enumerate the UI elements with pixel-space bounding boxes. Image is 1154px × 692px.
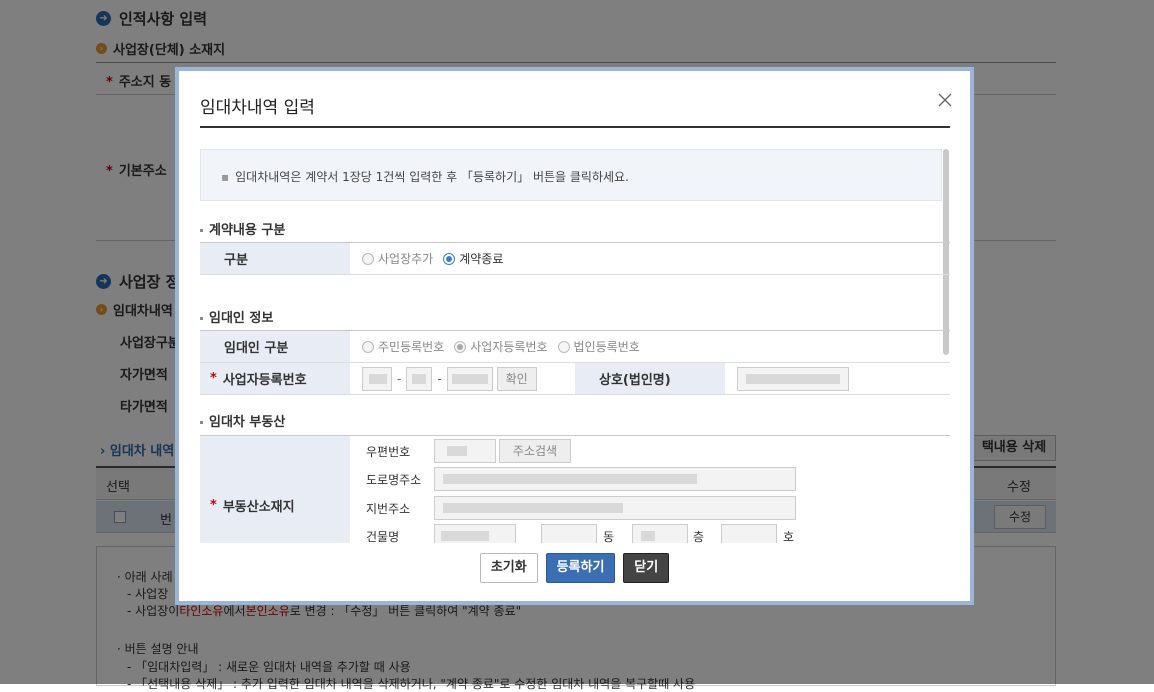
section-title: 계약내용 구분 (209, 223, 286, 238)
contract-row: 구분 사업장추가 계약종료 (200, 243, 950, 275)
zip-input[interactable] (434, 439, 496, 463)
biz-reg-part1-input[interactable] (362, 366, 392, 391)
zip-label: 우편번호 (366, 445, 411, 459)
biz-reg-part3-input[interactable] (446, 366, 493, 391)
close-icon[interactable] (936, 91, 954, 109)
radio-circle-icon (362, 340, 374, 353)
radio-add-site[interactable]: 사업장추가 (362, 250, 433, 267)
contract-table: 구분 사업장추가 계약종료 (200, 242, 950, 275)
reset-button[interactable]: 초기화 (479, 553, 538, 583)
building-label: 건물명 (366, 530, 400, 543)
modal-body: ▪ 임대차내역은 계약서 1장당 1건씩 입력한 후 「등록하기」 버튼을 클릭하… (200, 147, 950, 543)
radio-biz-reg-no[interactable]: 사업자등록번호 (454, 338, 548, 355)
address-search-button[interactable]: 주소검색 (499, 439, 571, 463)
road-address-label: 도로명주소 (366, 473, 422, 487)
biz-reg-row: * 사업자등록번호 - - 확인 상호(법인명) (200, 363, 950, 395)
notice-text: 임대차내역은 계약서 1장당 1건씩 입력한 후 「등록하기」 버튼을 클릭하세… (235, 170, 629, 184)
lessor-type-label: 임대인 구분 (200, 331, 350, 362)
radio-contract-end[interactable]: 계약종료 (443, 250, 503, 267)
submit-button[interactable]: 등록하기 (545, 553, 616, 583)
section-title: 임대차 부동산 (209, 415, 286, 430)
radio-checked-icon (443, 252, 456, 265)
section-contract: 계약내용 구분 (200, 219, 285, 238)
radio-label: 계약종료 (459, 252, 504, 266)
confirm-button[interactable]: 확인 (496, 366, 537, 391)
label-text: 부동산소재지 (222, 500, 295, 515)
company-value (725, 363, 950, 394)
radio-circle-icon (362, 252, 374, 265)
dash: - (437, 371, 442, 386)
lot-address-label: 지번주소 (366, 502, 411, 516)
lot-address-input[interactable] (434, 496, 796, 520)
road-address-input[interactable] (434, 467, 796, 491)
property-table: * 부동산소재지 우편번호 주소검색 도로명주소 지번주소 건물명 동 층 호 (200, 435, 950, 543)
dash: - (397, 371, 402, 386)
dong-input[interactable] (541, 524, 597, 543)
title-divider (200, 126, 950, 128)
biz-reg-inputs: - - 확인 (350, 363, 575, 394)
company-label: 상호(법인명) (575, 363, 725, 394)
modal-title: 임대차내역 입력 (200, 98, 315, 118)
section-lessor: 임대인 정보 (200, 307, 273, 326)
bullet-icon (200, 317, 203, 320)
lessor-type-row: 임대인 구분 주민등록번호 사업자등록번호 법인등록번호 (200, 331, 950, 363)
bullet-icon (200, 421, 203, 424)
ho-input[interactable] (721, 524, 777, 543)
section-property: 임대차 부동산 (200, 411, 285, 430)
bullet-icon (200, 229, 203, 232)
contract-options: 사업장추가 계약종료 (350, 243, 950, 274)
dong-label: 동 (603, 530, 615, 543)
label-text: 사업자등록번호 (222, 373, 307, 388)
radio-checked-icon (454, 340, 467, 353)
close-button[interactable]: 닫기 (623, 553, 670, 583)
bullet-icon: ▪ (221, 170, 230, 184)
building-input[interactable] (434, 524, 516, 543)
section-title: 임대인 정보 (209, 311, 274, 326)
floor-input[interactable] (632, 524, 688, 543)
radio-label: 법인등록번호 (573, 340, 640, 354)
floor-label: 층 (693, 530, 705, 543)
radio-label: 사업자등록번호 (470, 340, 548, 354)
lessor-table: 임대인 구분 주민등록번호 사업자등록번호 법인등록번호 * 사업자등록번호 - … (200, 330, 950, 395)
modal-footer: 초기화 등록하기 닫기 (179, 553, 970, 583)
biz-reg-part2-input[interactable] (406, 366, 433, 391)
radio-label: 사업장추가 (378, 252, 434, 266)
radio-resident-no[interactable]: 주민등록번호 (362, 338, 444, 355)
property-label: * 부동산소재지 (200, 436, 350, 543)
property-fields: 우편번호 주소검색 도로명주소 지번주소 건물명 동 층 호 (350, 436, 950, 543)
company-name-input[interactable] (737, 366, 849, 391)
biz-reg-label: * 사업자등록번호 (200, 363, 350, 394)
lessor-type-options: 주민등록번호 사업자등록번호 법인등록번호 (350, 331, 950, 362)
property-row: * 부동산소재지 우편번호 주소검색 도로명주소 지번주소 건물명 동 층 호 (200, 436, 950, 543)
radio-circle-icon (557, 340, 570, 353)
lease-entry-modal: 임대차내역 입력 ▪ 임대차내역은 계약서 1장당 1건씩 입력한 후 「등록하기… (175, 67, 974, 605)
radio-label: 주민등록번호 (378, 340, 445, 354)
notice-box: ▪ 임대차내역은 계약서 1장당 1건씩 입력한 후 「등록하기」 버튼을 클릭하… (200, 149, 942, 201)
ho-label: 호 (783, 530, 795, 543)
contract-label: 구분 (200, 243, 350, 274)
radio-corp-reg-no[interactable]: 법인등록번호 (557, 338, 640, 355)
